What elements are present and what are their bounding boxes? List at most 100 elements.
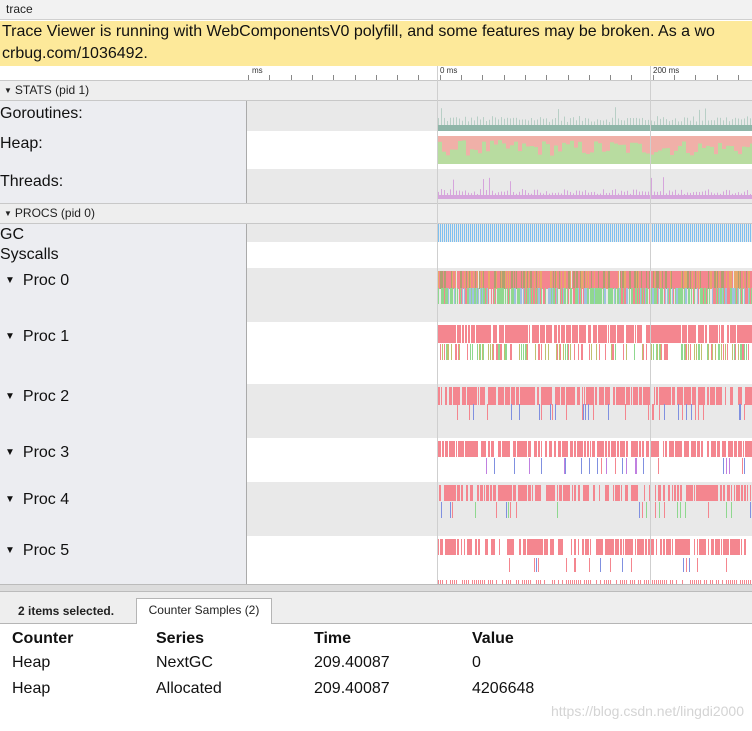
goroutine-slice (694, 325, 696, 343)
heap-nextgc-area (658, 150, 662, 164)
goroutine-slice (690, 325, 691, 343)
collapse-triangle-icon[interactable]: ▼ (5, 331, 15, 342)
goroutine-slice (653, 404, 654, 420)
goroutine-slice (508, 441, 510, 457)
goroutine-slice (558, 539, 559, 555)
stats-row-threads[interactable]: Threads: (0, 169, 752, 203)
collapse-triangle-icon[interactable]: ▼ (4, 204, 12, 223)
goroutine-slice (614, 387, 615, 405)
row-label: ▼ Proc 3 (0, 438, 247, 482)
goroutine-slice (506, 325, 507, 343)
time-ruler[interactable]: ms 0 ms 200 ms (0, 66, 752, 81)
gc-slice (496, 224, 497, 242)
goroutine-slice (541, 288, 542, 304)
goroutine-slice (559, 325, 560, 343)
cell-time[interactable]: 209.40087 (314, 650, 472, 676)
syscalls-track[interactable] (248, 242, 752, 268)
goroutine-slice (524, 441, 526, 457)
gc-slice (750, 224, 751, 242)
gc-slice (526, 224, 527, 242)
procs-row-proc4[interactable]: ▼ Proc 4 (0, 482, 752, 536)
stats-row-goroutines[interactable]: Goroutines: (0, 101, 752, 131)
goroutine-slice (736, 441, 737, 457)
gc-slice (712, 224, 713, 242)
goroutine-slice (559, 387, 560, 405)
goroutine-slice (443, 441, 444, 457)
table-row[interactable]: Heap NextGC 209.40087 0 (0, 650, 632, 676)
goroutine-slice (508, 387, 509, 405)
procs-row-gc[interactable]: GC (0, 224, 752, 242)
proc1-track[interactable] (248, 322, 752, 384)
threads-counter-track[interactable] (248, 169, 752, 203)
proc0-track[interactable] (248, 268, 752, 322)
goroutine-slice (611, 325, 612, 343)
goroutine-slice (448, 325, 449, 343)
column-header-counter[interactable]: Counter (0, 628, 156, 650)
gc-slice (588, 224, 589, 242)
goroutine-slice (466, 271, 467, 289)
goroutine-slice (593, 325, 594, 343)
heap-counter-track[interactable] (248, 131, 752, 169)
procs-row-proc2[interactable]: ▼ Proc 2 (0, 384, 752, 438)
collapse-triangle-icon[interactable]: ▼ (5, 275, 15, 286)
proc4-track[interactable] (248, 482, 752, 536)
stats-section-header[interactable]: ▼ STATS (pid 1) (0, 80, 752, 101)
goroutines-counter-track[interactable] (248, 101, 752, 131)
procs-section-header[interactable]: ▼ PROCS (pid 0) (0, 203, 752, 224)
collapse-triangle-icon[interactable]: ▼ (5, 545, 15, 556)
procs-row-proc1[interactable]: ▼ Proc 1 (0, 322, 752, 384)
proc2-track[interactable] (248, 384, 752, 438)
goroutine-slice (702, 387, 703, 405)
goroutine-slice (665, 387, 667, 405)
goroutine-slice (558, 387, 559, 405)
goroutine-slice (536, 485, 537, 501)
cell-time[interactable]: 209.40087 (314, 676, 472, 702)
column-header-time[interactable]: Time (314, 628, 472, 650)
goroutine-slice (561, 485, 562, 501)
collapse-triangle-icon[interactable]: ▼ (5, 447, 15, 458)
procs-row-proc0[interactable]: ▼ Proc 0 (0, 268, 752, 322)
gc-track[interactable] (248, 224, 752, 242)
goroutine-slice (566, 325, 567, 343)
tab-counter-samples[interactable]: Counter Samples (2) (136, 598, 272, 624)
goroutine-slice (615, 344, 616, 360)
goroutines-spike (720, 117, 721, 125)
collapse-triangle-icon[interactable]: ▼ (4, 81, 12, 100)
procs-row-proc3[interactable]: ▼ Proc 3 (0, 438, 752, 482)
goroutine-slice (613, 344, 614, 360)
goroutine-slice (696, 485, 697, 501)
goroutine-slice (491, 485, 492, 501)
threads-spike (456, 190, 457, 195)
procs-row-syscalls[interactable]: Syscalls (0, 242, 752, 268)
proc3-track[interactable] (248, 438, 752, 482)
goroutine-slice (749, 288, 750, 304)
goroutines-spike (582, 120, 583, 125)
goroutines-spike (459, 118, 460, 125)
goroutine-slice (506, 485, 507, 501)
gc-slice (574, 224, 575, 242)
threads-spike (438, 191, 439, 195)
threads-spike (639, 191, 640, 195)
proc5-track[interactable] (248, 536, 752, 584)
procs-row-proc5[interactable]: ▼ Proc 5 (0, 536, 752, 584)
table-row[interactable]: Heap Allocated 209.40087 4206648 (0, 676, 632, 702)
goroutine-slice (731, 271, 732, 289)
column-header-value[interactable]: Value (472, 628, 632, 650)
horizontal-splitter[interactable] (0, 584, 752, 592)
collapse-triangle-icon[interactable]: ▼ (5, 391, 15, 402)
goroutine-slice (604, 288, 605, 304)
gc-slice (472, 224, 473, 242)
goroutine-slice (627, 387, 628, 405)
column-header-series[interactable]: Series (156, 628, 314, 650)
threads-spike (582, 191, 583, 195)
goroutine-slice (478, 485, 479, 501)
threads-spike (462, 191, 463, 195)
goroutine-slice (634, 288, 635, 304)
goroutine-slice (483, 271, 484, 289)
collapse-triangle-icon[interactable]: ▼ (5, 494, 15, 505)
goroutine-slice (548, 344, 549, 360)
goroutine-slice (550, 404, 551, 420)
goroutine-slice (494, 485, 495, 501)
goroutine-slice (455, 271, 456, 289)
stats-row-heap[interactable]: Heap: (0, 131, 752, 169)
